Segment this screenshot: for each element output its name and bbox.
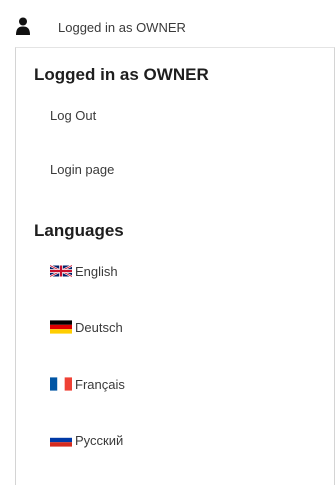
- language-label: Français: [75, 376, 125, 392]
- language-russian[interactable]: Русский: [50, 431, 123, 449]
- languages-section-title: Languages: [34, 221, 124, 240]
- login-page-link[interactable]: Login page: [50, 162, 114, 177]
- language-english[interactable]: English: [50, 262, 118, 280]
- person-icon: [16, 17, 30, 35]
- logout-link[interactable]: Log Out: [50, 108, 96, 123]
- account-section-title: Logged in as OWNER: [34, 65, 209, 84]
- language-label: English: [75, 263, 118, 279]
- user-menu-toggle[interactable]: Logged in as OWNER: [58, 20, 186, 35]
- language-francais[interactable]: Français: [50, 375, 125, 393]
- language-label: Deutsch: [75, 319, 123, 335]
- germany-flag-icon: [50, 320, 72, 334]
- top-bar: Logged in as OWNER: [0, 0, 336, 50]
- russia-flag-icon: [50, 433, 72, 447]
- france-flag-icon: [50, 377, 72, 391]
- language-deutsch[interactable]: Deutsch: [50, 318, 123, 336]
- uk-flag-icon: [50, 264, 72, 278]
- language-label: Русский: [75, 432, 124, 448]
